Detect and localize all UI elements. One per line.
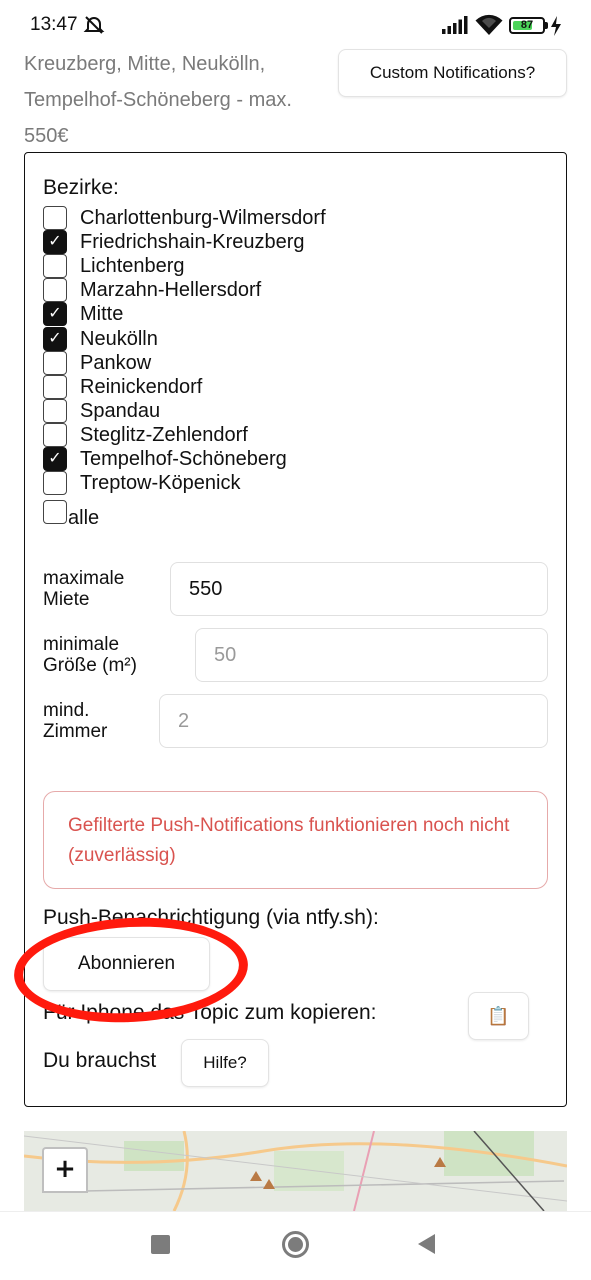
- custom-notifications-button[interactable]: Custom Notifications?: [338, 49, 567, 97]
- dnd-icon: [83, 16, 105, 34]
- max-rent-label: maximale Miete: [43, 568, 124, 610]
- map-zoom-in-button[interactable]: +: [42, 1147, 88, 1193]
- district-checkbox[interactable]: ✓: [43, 446, 67, 471]
- district-item[interactable]: Treptow-Köpenick: [43, 471, 523, 496]
- district-checkbox[interactable]: [43, 374, 67, 399]
- help-button[interactable]: Hilfe?: [181, 1039, 269, 1087]
- max-rent-input[interactable]: [170, 562, 548, 616]
- push-warning-alert: Gefilterte Push-Notifications funktionie…: [43, 791, 548, 889]
- map-tiles: [24, 1131, 567, 1211]
- district-checkbox[interactable]: ✓: [43, 230, 67, 255]
- district-checkbox[interactable]: [43, 350, 67, 375]
- min-rooms-label-line1: mind.: [43, 700, 90, 721]
- district-item[interactable]: ✓ Mitte: [43, 302, 523, 327]
- subscribe-button[interactable]: Abonnieren: [43, 937, 210, 991]
- min-size-input[interactable]: [195, 628, 548, 682]
- map[interactable]: [24, 1131, 567, 1211]
- district-label: Steglitz-Zehlendorf: [80, 423, 248, 446]
- min-size-label-line2: Größe (m²): [43, 655, 137, 676]
- district-label: Spandau: [80, 399, 161, 422]
- district-item[interactable]: Marzahn-Hellersdorf: [43, 278, 523, 303]
- all-districts-checkbox[interactable]: [43, 500, 67, 524]
- district-list: Charlottenburg-Wilmersdorf ✓ Friedrichshai…: [43, 206, 523, 496]
- district-checkbox[interactable]: ✓: [43, 326, 67, 351]
- back-icon[interactable]: [418, 1234, 435, 1254]
- recent-apps-icon[interactable]: [151, 1235, 170, 1254]
- checkmark-icon: ✓: [48, 233, 62, 251]
- iphone-topic-label: Für Iphone das Topic zum kopieren:: [43, 1001, 377, 1024]
- district-item[interactable]: Lichtenberg: [43, 254, 523, 279]
- district-checkbox[interactable]: [43, 254, 67, 279]
- district-label: Charlottenburg-Wilmersdorf: [80, 207, 326, 230]
- status-bar: 13:47 87: [0, 0, 591, 50]
- district-checkbox[interactable]: [43, 422, 67, 447]
- district-item[interactable]: Pankow: [43, 350, 523, 375]
- district-checkbox[interactable]: [43, 206, 67, 231]
- district-checkbox[interactable]: [43, 471, 67, 496]
- district-checkbox[interactable]: ✓: [43, 302, 67, 327]
- all-districts-row[interactable]: alle: [43, 500, 100, 529]
- district-label: Tempelhof-Schöneberg: [80, 447, 287, 470]
- district-item[interactable]: ✓ Tempelhof-Schöneberg: [43, 446, 523, 471]
- need-help-label: Du brauchst: [43, 1049, 157, 1072]
- district-label: Mitte: [80, 303, 124, 326]
- min-size-label-line1: minimale: [43, 634, 120, 655]
- district-item[interactable]: Reinickendorf: [43, 374, 523, 399]
- district-item[interactable]: Steglitz-Zehlendorf: [43, 422, 523, 447]
- battery-level: 87: [520, 19, 534, 31]
- max-rent-label-line2: Miete: [43, 589, 90, 610]
- battery-tip: [545, 22, 548, 29]
- wifi-icon: [475, 14, 503, 35]
- district-checkbox[interactable]: [43, 398, 67, 423]
- district-item[interactable]: Charlottenburg-Wilmersdorf: [43, 206, 523, 231]
- district-label: Lichtenberg: [80, 255, 185, 278]
- battery-icon: 87: [509, 17, 545, 34]
- signal-icon: [442, 16, 468, 34]
- clipboard-icon: 📋: [487, 1005, 510, 1026]
- filter-summary: Kreuzberg, Mitte, Neukölln, Tempelhof-Sc…: [24, 53, 292, 147]
- district-label: Friedrichshain-Kreuzberg: [80, 231, 305, 254]
- district-label: Marzahn-Hellersdorf: [80, 279, 262, 302]
- district-item[interactable]: ✓ Friedrichshain-Kreuzberg: [43, 230, 523, 255]
- home-icon[interactable]: [282, 1231, 309, 1258]
- max-rent-label-line1: maximale: [43, 568, 125, 589]
- district-checkbox[interactable]: [43, 278, 67, 303]
- min-rooms-label: mind. Zimmer: [43, 700, 107, 742]
- district-label: Reinickendorf: [80, 375, 203, 398]
- district-item[interactable]: Spandau: [43, 398, 523, 423]
- copy-topic-button[interactable]: 📋: [468, 992, 529, 1040]
- all-districts-label: alle: [68, 506, 100, 529]
- status-time: 13:47: [30, 14, 78, 35]
- district-label: Neukölln: [80, 327, 158, 350]
- checkmark-icon: ✓: [48, 305, 62, 323]
- push-notification-label: Push-Benachrichtigung (via ntfy.sh):: [43, 906, 379, 929]
- min-size-label: minimale Größe (m²): [43, 634, 137, 676]
- checkmark-icon: ✓: [48, 329, 62, 347]
- charging-icon: [551, 16, 561, 36]
- districts-label: Bezirke:: [43, 176, 119, 199]
- district-item[interactable]: ✓ Neukölln: [43, 326, 523, 351]
- min-rooms-input[interactable]: [159, 694, 548, 748]
- checkmark-icon: ✓: [48, 449, 62, 467]
- district-label: Pankow: [80, 351, 152, 374]
- district-label: Treptow-Köpenick: [80, 472, 241, 495]
- min-rooms-label-line2: Zimmer: [43, 721, 108, 742]
